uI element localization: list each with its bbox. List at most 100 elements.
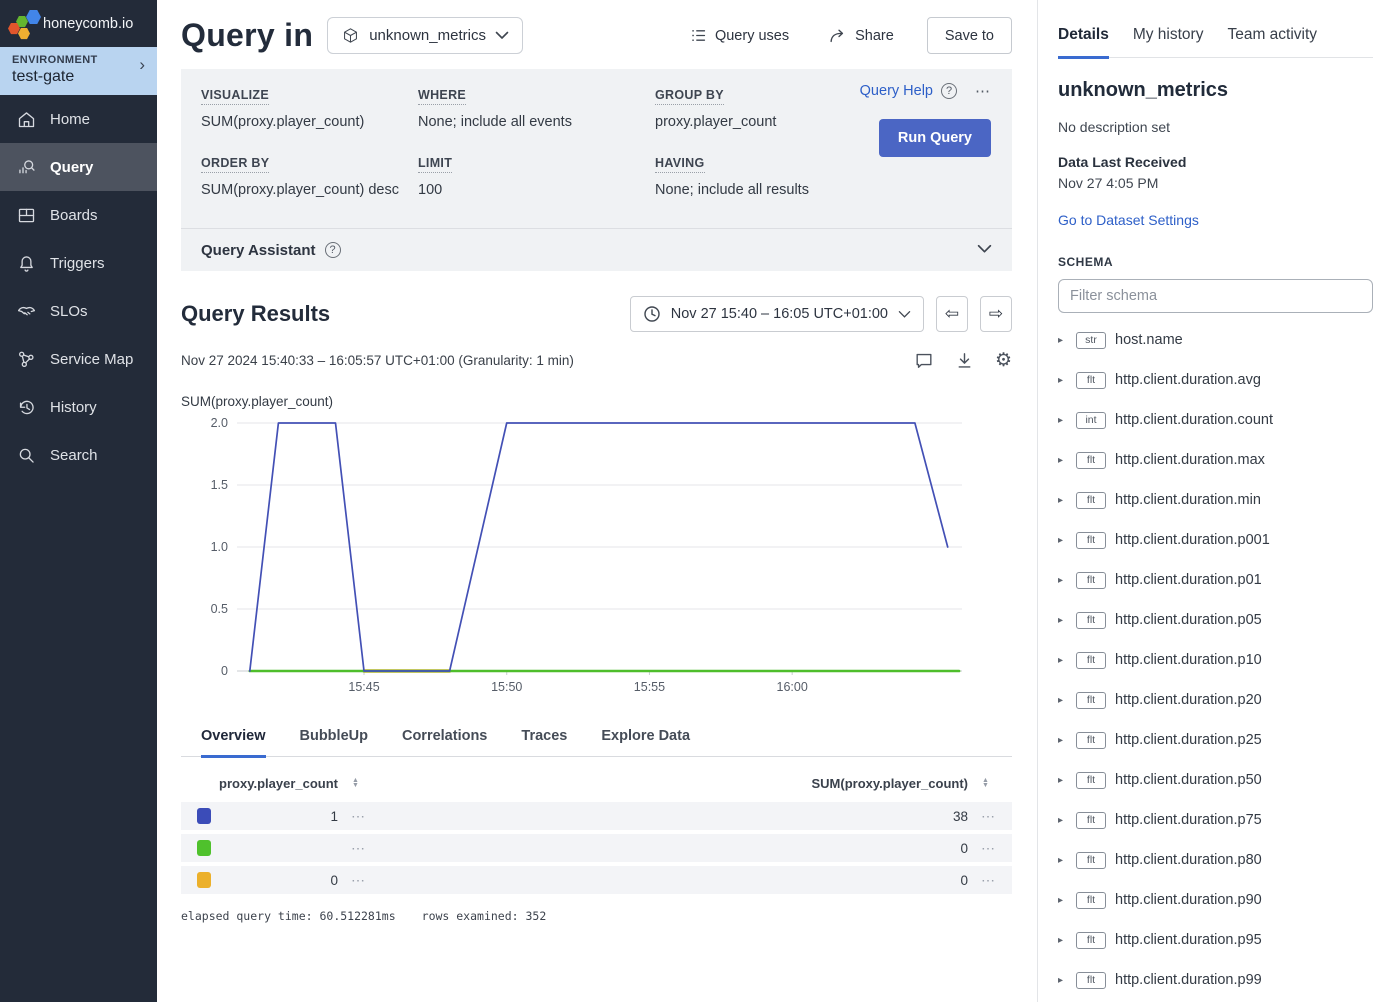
schema-row[interactable]: ▸flthttp.client.duration.p80 [1058,840,1373,880]
column-header-player-count[interactable]: proxy.player_count [197,776,338,791]
sidebar-item-history[interactable]: History [0,383,157,431]
sidebar-item-boards[interactable]: Boards [0,191,157,239]
tab-traces[interactable]: Traces [521,719,567,758]
expander-triangle-icon[interactable]: ▸ [1058,415,1067,426]
expander-triangle-icon[interactable]: ▸ [1058,575,1067,586]
sidebar-item-home[interactable]: Home [0,95,157,143]
share-button[interactable]: Share [822,26,900,45]
row-menu-icon[interactable]: ⋯ [968,872,1012,889]
time-back-button[interactable]: ⇦ [936,296,968,332]
time-range-picker[interactable]: Nov 27 15:40 – 16:05 UTC+01:00 [630,296,924,332]
table-row[interactable]: ⋯ 0 ⋯ [181,834,1012,862]
visualize-label[interactable]: VISUALIZE [201,88,269,105]
where-value[interactable]: None; include all events [418,114,655,130]
expander-triangle-icon[interactable]: ▸ [1058,735,1067,746]
expander-triangle-icon[interactable]: ▸ [1058,335,1067,346]
schema-row[interactable]: ▸flthttp.client.duration.p001 [1058,520,1373,560]
where-label[interactable]: WHERE [418,88,466,105]
comment-button[interactable] [914,351,934,370]
limit-label[interactable]: LIMIT [418,156,452,173]
details-tabs: Details My history Team activity [1058,0,1373,58]
results-chart[interactable]: 00.51.01.52.015:4515:5015:5516:00 [181,413,1012,703]
sidebar-item-slos[interactable]: SLOs [0,287,157,335]
sidebar-item-search[interactable]: Search [0,431,157,479]
expander-triangle-icon[interactable]: ▸ [1058,375,1067,386]
row-menu-icon[interactable]: ⋯ [338,840,382,857]
limit-value[interactable]: 100 [418,182,655,198]
expander-triangle-icon[interactable]: ▸ [1058,615,1067,626]
time-forward-button[interactable]: ⇨ [980,296,1012,332]
expander-triangle-icon[interactable]: ▸ [1058,455,1067,466]
schema-filter-input[interactable] [1058,279,1373,313]
tab-my-history[interactable]: My history [1133,26,1204,59]
schema-row[interactable]: ▸flthttp.client.duration.p75 [1058,800,1373,840]
expander-triangle-icon[interactable]: ▸ [1058,815,1067,826]
schema-row[interactable]: ▸flthttp.client.duration.max [1058,440,1373,480]
table-row[interactable]: 1 ⋯ 38 ⋯ [181,802,1012,830]
row-menu-icon[interactable]: ⋯ [338,872,382,889]
schema-row[interactable]: ▸inthttp.client.duration.count [1058,400,1373,440]
row-menu-icon[interactable]: ⋯ [968,840,1012,857]
query-help-link[interactable]: Query Help [860,83,933,99]
tab-explore-data[interactable]: Explore Data [601,719,690,758]
expander-triangle-icon[interactable]: ▸ [1058,975,1067,986]
expander-triangle-icon[interactable]: ▸ [1058,495,1067,506]
tab-team-activity[interactable]: Team activity [1227,26,1317,59]
sort-icon[interactable]: ▲▼ [338,778,382,789]
schema-row[interactable]: ▸flthttp.client.duration.p99 [1058,960,1373,1000]
schema-row[interactable]: ▸flthttp.client.duration.p95 [1058,920,1373,960]
having-label[interactable]: HAVING [655,156,705,173]
tab-bubbleup[interactable]: BubbleUp [300,719,368,758]
chart-settings-button[interactable]: ⚙ [995,351,1012,370]
save-to-button[interactable]: Save to [927,17,1012,54]
field-type-badge: flt [1076,372,1106,389]
visualize-value[interactable]: SUM(proxy.player_count) [201,114,418,130]
schema-row[interactable]: ▸flthttp.client.duration.p50 [1058,760,1373,800]
question-circle-icon[interactable]: ? [941,83,957,99]
query-icon [16,157,37,178]
column-header-sum[interactable]: SUM(proxy.player_count) [382,776,968,791]
schema-row[interactable]: ▸strhost.name [1058,320,1373,360]
sort-icon[interactable]: ▲▼ [968,778,1012,789]
expander-triangle-icon[interactable]: ▸ [1058,775,1067,786]
expander-triangle-icon[interactable]: ▸ [1058,655,1067,666]
sidebar-item-service-map[interactable]: Service Map [0,335,157,383]
expander-triangle-icon[interactable]: ▸ [1058,895,1067,906]
having-value[interactable]: None; include all results [655,182,935,198]
schema-row[interactable]: ▸flthttp.client.duration.p01 [1058,560,1373,600]
expander-triangle-icon[interactable]: ▸ [1058,935,1067,946]
sidebar-item-label: Query [50,159,93,176]
table-row[interactable]: 0 ⋯ 0 ⋯ [181,866,1012,894]
download-button[interactable] [955,351,974,370]
schema-row[interactable]: ▸flthttp.client.duration.avg [1058,360,1373,400]
results-tabs: Overview BubbleUp Correlations Traces Ex… [181,719,1012,757]
tab-details[interactable]: Details [1058,26,1109,59]
row-menu-icon[interactable]: ⋯ [338,808,382,825]
builder-overflow-menu-icon[interactable]: ⋯ [975,82,991,100]
order-by-label[interactable]: ORDER BY [201,156,269,173]
schema-row[interactable]: ▸flthttp.client.duration.p90 [1058,880,1373,920]
order-by-value[interactable]: SUM(proxy.player_count) desc [201,182,418,198]
environment-switcher[interactable]: ENVIRONMENT test-gate › [0,47,157,95]
query-uses-button[interactable]: Query uses [684,26,795,45]
sidebar-item-triggers[interactable]: Triggers [0,239,157,287]
query-assistant-bar[interactable]: Query Assistant ? [181,228,1012,271]
sidebar-item-query[interactable]: Query [0,143,157,191]
schema-row[interactable]: ▸flthttp.client.duration.p10 [1058,640,1373,680]
tab-correlations[interactable]: Correlations [402,719,487,758]
group-by-label[interactable]: GROUP BY [655,88,724,105]
schema-row[interactable]: ▸flthttp.client.duration.p05 [1058,600,1373,640]
schema-row[interactable]: ▸flthttp.client.duration.p25 [1058,720,1373,760]
expander-triangle-icon[interactable]: ▸ [1058,535,1067,546]
dataset-dropdown[interactable]: unknown_metrics [327,17,523,54]
chevron-down-icon[interactable] [977,241,992,259]
schema-row[interactable]: ▸flthttp.client.duration.p20 [1058,680,1373,720]
run-query-button[interactable]: Run Query [879,119,991,157]
expander-triangle-icon[interactable]: ▸ [1058,855,1067,866]
schema-row[interactable]: ▸flthttp.client.duration.min [1058,480,1373,520]
expander-triangle-icon[interactable]: ▸ [1058,695,1067,706]
tab-overview[interactable]: Overview [201,719,266,758]
row-menu-icon[interactable]: ⋯ [968,808,1012,825]
search-icon [16,445,37,466]
dataset-settings-link[interactable]: Go to Dataset Settings [1058,212,1199,228]
